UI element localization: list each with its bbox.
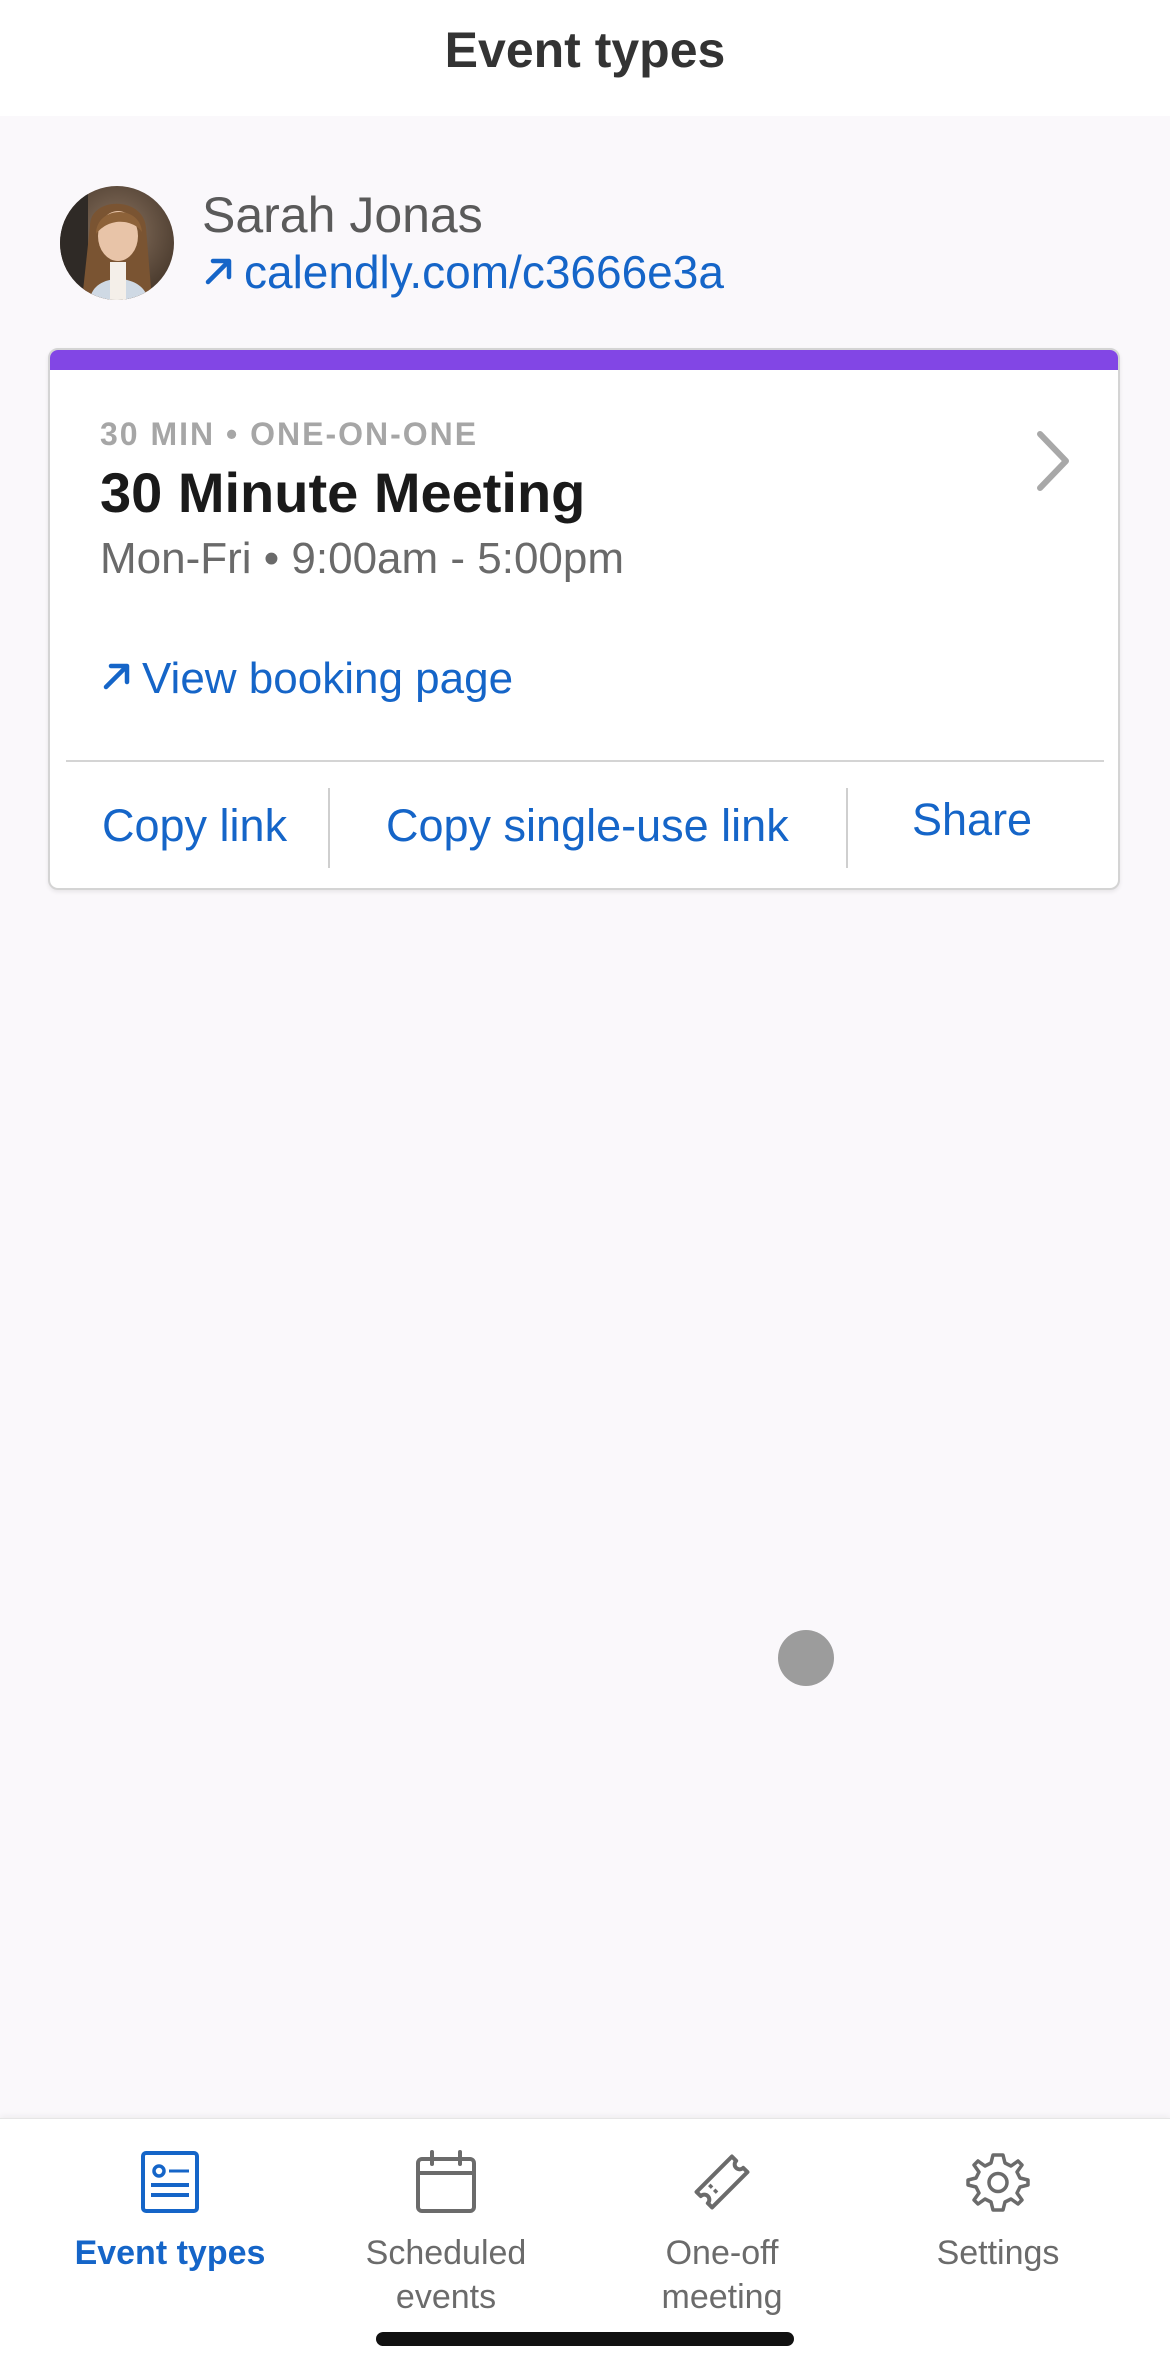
arrow-up-right-icon bbox=[202, 244, 236, 300]
profile-name: Sarah Jonas bbox=[202, 187, 483, 243]
touch-indicator bbox=[778, 1630, 834, 1686]
profile-link-text: calendly.com/c3666e3a bbox=[244, 246, 724, 298]
card-actions: Copy link Copy single-use link Share bbox=[50, 762, 1118, 888]
tab-label: Scheduled events bbox=[365, 2234, 527, 2316]
calendar-icon bbox=[416, 2150, 476, 2213]
card-accent-bar bbox=[50, 350, 1118, 370]
view-booking-label: View booking page bbox=[142, 654, 514, 703]
chevron-right-icon[interactable] bbox=[1028, 426, 1078, 496]
tab-label: Event types bbox=[74, 2234, 266, 2272]
profile-section: Sarah Jonas calendly.com/c3666e3a bbox=[60, 186, 724, 300]
tab-label: Settings bbox=[936, 2234, 1060, 2272]
tab-event-types[interactable]: Event types bbox=[40, 2147, 300, 2275]
copy-link-button[interactable]: Copy link bbox=[102, 762, 287, 888]
event-types-icon bbox=[141, 2151, 199, 2213]
tab-scheduled-events[interactable]: Scheduled events bbox=[316, 2147, 576, 2319]
home-indicator bbox=[376, 2332, 794, 2346]
arrow-up-right-icon bbox=[100, 654, 134, 704]
event-hours: Mon-Fri • 9:00am - 5:00pm bbox=[100, 534, 625, 583]
top-header: Event types bbox=[0, 0, 1170, 116]
tab-label: One-off meeting bbox=[661, 2234, 783, 2316]
gear-icon bbox=[966, 2153, 1030, 2212]
action-separator bbox=[846, 788, 848, 868]
tab-one-off-meeting[interactable]: One-off meeting bbox=[592, 2147, 852, 2319]
event-meta: 30 MIN • ONE-ON-ONE bbox=[100, 416, 479, 452]
share-button[interactable]: Share bbox=[912, 756, 1032, 884]
tab-settings[interactable]: Settings bbox=[868, 2147, 1128, 2275]
event-title: 30 Minute Meeting bbox=[100, 461, 586, 524]
view-booking-page-link[interactable]: View booking page bbox=[100, 654, 513, 704]
profile-link[interactable]: calendly.com/c3666e3a bbox=[202, 244, 724, 300]
profile-text: Sarah Jonas calendly.com/c3666e3a bbox=[202, 186, 724, 300]
event-type-card[interactable]: 30 MIN • ONE-ON-ONE 30 Minute Meeting Mo… bbox=[48, 348, 1120, 890]
ticket-icon bbox=[694, 2154, 750, 2210]
page-title: Event types bbox=[444, 22, 726, 78]
action-separator bbox=[328, 788, 330, 868]
avatar bbox=[60, 186, 174, 300]
copy-single-use-link-button[interactable]: Copy single-use link bbox=[386, 762, 789, 888]
